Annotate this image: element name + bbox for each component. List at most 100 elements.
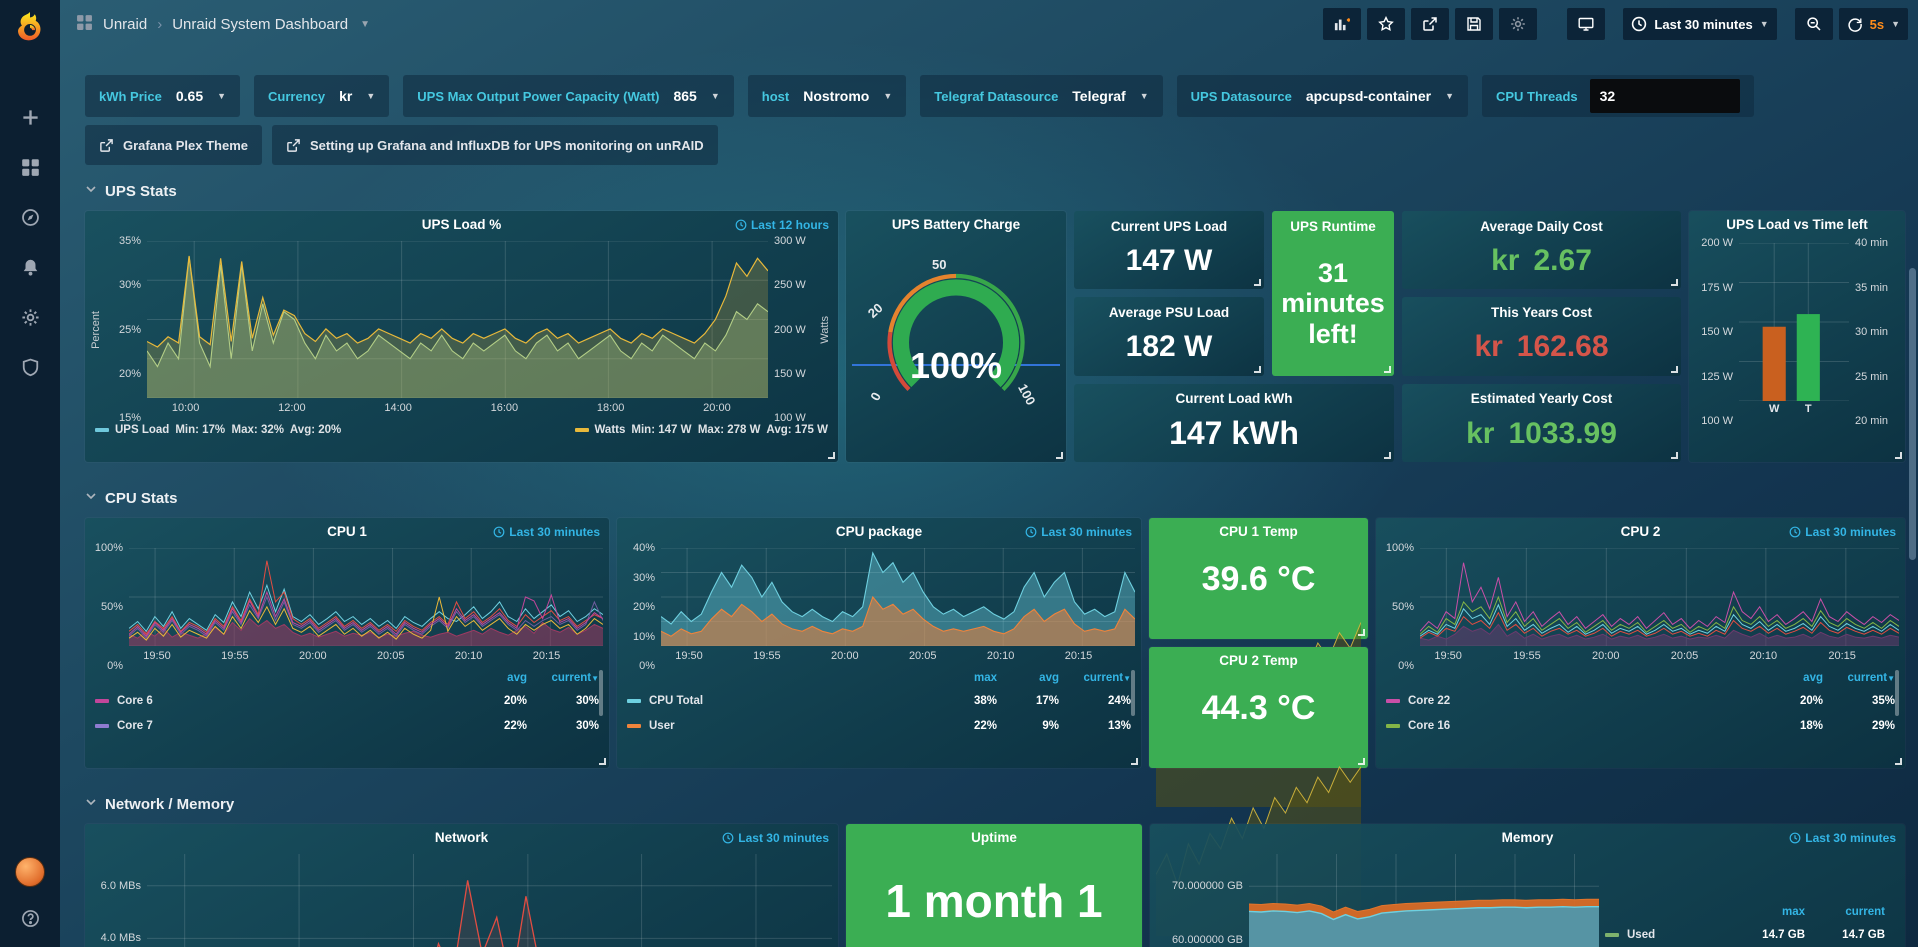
sort-current[interactable]: current▼ — [1823, 672, 1895, 684]
plot-area[interactable] — [1420, 548, 1899, 646]
plot-area[interactable] — [1739, 243, 1849, 401]
panel-title[interactable]: Uptime — [846, 824, 1142, 850]
variable-ups-datasource[interactable]: UPS Datasourceapcupsd-container▼ — [1177, 75, 1468, 117]
panel-title[interactable]: This Years Cost — [1491, 297, 1592, 327]
plot-area[interactable] — [147, 241, 768, 398]
explore-icon[interactable] — [12, 202, 48, 232]
variable-kwh-price[interactable]: kWh Price0.65▼ — [85, 75, 240, 117]
zoom-out-button[interactable] — [1795, 8, 1833, 40]
dashboard-settings-button[interactable] — [1499, 8, 1537, 40]
cycle-view-monitor-button[interactable] — [1567, 8, 1605, 40]
variable-ups-max-output[interactable]: UPS Max Output Power Capacity (Watt)865▼ — [403, 75, 734, 117]
user-avatar[interactable] — [15, 857, 45, 887]
share-button[interactable] — [1411, 8, 1449, 40]
panel-resize-handle[interactable] — [1671, 279, 1678, 286]
sort-avg[interactable]: avg — [1761, 672, 1823, 684]
grafana-logo[interactable] — [0, 0, 60, 56]
sort-max[interactable]: max — [1725, 906, 1805, 918]
panel-title[interactable]: UPS Load % — [85, 211, 838, 237]
panel-resize-handle[interactable] — [599, 758, 606, 765]
panel-resize-handle[interactable] — [1254, 279, 1261, 286]
panel-title[interactable]: Average PSU Load — [1109, 297, 1229, 327]
save-button[interactable] — [1455, 8, 1493, 40]
panel-time-range[interactable]: Last 30 minutes — [1789, 831, 1896, 845]
panel-time-range[interactable]: Last 30 minutes — [493, 525, 600, 539]
sort-current[interactable]: current — [1805, 906, 1885, 918]
server-admin-shield-icon[interactable] — [12, 352, 48, 382]
legend-item-watts[interactable]: WattsMin: 147 W Max: 278 W Avg: 175 W — [575, 424, 829, 436]
sort-current[interactable]: current▼ — [527, 672, 599, 684]
panel-resize-handle[interactable] — [1384, 366, 1391, 373]
panel-title[interactable]: Current UPS Load — [1111, 211, 1227, 241]
panel-time-range[interactable]: Last 30 minutes — [722, 831, 829, 845]
link-ups-monitoring-guide[interactable]: Setting up Grafana and InfluxDB for UPS … — [272, 125, 718, 165]
panel-time-range[interactable]: Last 30 minutes — [1789, 525, 1896, 539]
x-axis: 10:0012:0014:0016:0018:0020:00 — [147, 398, 768, 418]
add-panel-button[interactable] — [1323, 8, 1361, 40]
panel-title[interactable]: UPS Runtime — [1290, 211, 1376, 241]
plot-area[interactable] — [661, 548, 1135, 646]
legend-row[interactable]: Core 722%30% — [95, 713, 599, 738]
sort-max[interactable]: max — [935, 672, 997, 684]
breadcrumb[interactable]: Unraid › Unraid System Dashboard ▼ — [76, 14, 370, 35]
star-button[interactable] — [1367, 8, 1405, 40]
panel-resize-handle[interactable] — [1895, 758, 1902, 765]
legend-row[interactable]: Used14.7 GB14.7 GB — [1605, 922, 1885, 947]
panel-time-range[interactable]: Last 12 hours — [735, 218, 829, 232]
legend-swatch — [95, 428, 109, 432]
plot-area[interactable] — [129, 548, 603, 646]
sort-avg[interactable]: avg — [997, 672, 1059, 684]
variable-host[interactable]: hostNostromo▼ — [748, 75, 907, 117]
panel-resize-handle[interactable] — [1358, 758, 1365, 765]
legend-scrollbar[interactable] — [1895, 670, 1899, 716]
create-icon[interactable] — [12, 102, 48, 132]
sort-avg[interactable]: avg — [465, 672, 527, 684]
legend-row[interactable]: Core 2220%35% — [1386, 688, 1895, 713]
panel-resize-handle[interactable] — [1131, 758, 1138, 765]
section-network-memory[interactable]: Network / Memory — [85, 784, 1905, 824]
panel-resize-handle[interactable] — [1895, 452, 1902, 459]
panel-title[interactable]: Average Daily Cost — [1480, 211, 1603, 241]
panel-title[interactable]: UPS Battery Charge — [846, 211, 1066, 237]
panel-title[interactable]: CPU 2 Temp — [1219, 647, 1298, 673]
panel-resize-handle[interactable] — [828, 452, 835, 459]
section-ups-stats[interactable]: UPS Stats — [85, 171, 1905, 211]
panel-resize-handle[interactable] — [1671, 366, 1678, 373]
panel-time-range[interactable]: Last 30 minutes — [1025, 525, 1132, 539]
panel-resize-handle[interactable] — [1254, 366, 1261, 373]
panel-resize-handle[interactable] — [1384, 452, 1391, 459]
dashboards-icon[interactable] — [12, 152, 48, 182]
legend-item-ups-load[interactable]: UPS LoadMin: 17% Max: 32% Avg: 20% — [95, 424, 341, 436]
variable-currency[interactable]: Currencykr▼ — [254, 75, 389, 117]
sort-current[interactable]: current▼ — [1059, 672, 1131, 684]
panel-resize-handle[interactable] — [1671, 452, 1678, 459]
section-cpu-stats[interactable]: CPU Stats — [85, 478, 1905, 518]
axis-tick: 20:15 — [533, 650, 561, 662]
panel-title[interactable]: Estimated Yearly Cost — [1471, 384, 1613, 414]
help-icon[interactable] — [12, 903, 48, 933]
page-title[interactable]: Unraid System Dashboard — [172, 16, 348, 33]
panel-title[interactable]: Current Load kWh — [1176, 384, 1293, 414]
legend-scrollbar[interactable] — [1131, 670, 1135, 716]
panel-title[interactable]: UPS Load vs Time left — [1689, 211, 1905, 237]
plot-area[interactable] — [1249, 854, 1599, 947]
legend-row[interactable]: Core 620%30% — [95, 688, 599, 713]
legend-row[interactable]: CPU Total38%17%24% — [627, 688, 1131, 713]
time-range-picker[interactable]: Last 30 minutes ▼ — [1623, 8, 1776, 40]
legend-row[interactable]: User22%9%13% — [627, 713, 1131, 738]
legend-row[interactable]: Core 1618%29% — [1386, 713, 1895, 738]
breadcrumb-folder[interactable]: Unraid — [103, 16, 147, 33]
panel-resize-handle[interactable] — [1056, 452, 1063, 459]
plot-area[interactable] — [147, 854, 832, 947]
cpu-threads-input[interactable] — [1590, 79, 1740, 113]
configuration-gear-icon[interactable] — [12, 302, 48, 332]
submenu: kWh Price0.65▼ Currencykr▼ UPS Max Outpu… — [60, 48, 1918, 165]
refresh-button[interactable]: 5s ▼ — [1839, 8, 1908, 40]
variable-telegraf-datasource[interactable]: Telegraf DatasourceTelegraf▼ — [920, 75, 1162, 117]
link-grafana-plex-theme[interactable]: Grafana Plex Theme — [85, 125, 262, 165]
page-scrollbar-thumb[interactable] — [1909, 268, 1916, 560]
panel-resize-handle[interactable] — [1358, 629, 1365, 636]
panel-title[interactable]: CPU 1 Temp — [1219, 518, 1298, 544]
legend-scrollbar[interactable] — [599, 670, 603, 716]
alerting-bell-icon[interactable] — [12, 252, 48, 282]
